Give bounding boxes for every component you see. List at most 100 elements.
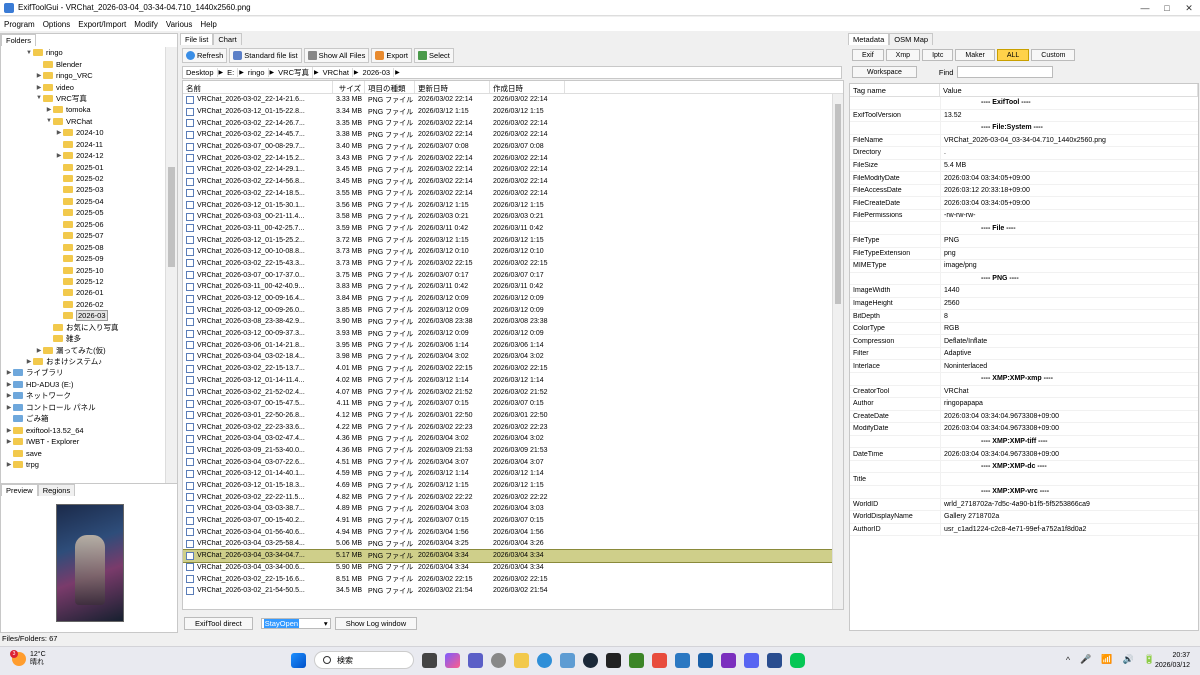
- folder-tree-item[interactable]: 2025-12: [1, 276, 165, 287]
- app-icon[interactable]: [698, 652, 713, 668]
- export-button[interactable]: Export: [371, 48, 413, 63]
- minimize-button[interactable]: —: [1134, 0, 1156, 16]
- table-row[interactable]: VRChat_2026-03-02_22-14-21.6... 3.33 MB PN…: [183, 94, 843, 106]
- clock[interactable]: 20:37 2026/03/12: [1155, 651, 1190, 671]
- table-row[interactable]: VRChat_2026-03-06_01-14-21.8... 3.95 MB PN…: [183, 339, 843, 351]
- metadata-group-header[interactable]: ---- PNG ----: [850, 272, 1198, 286]
- maximize-button[interactable]: □: [1156, 0, 1178, 16]
- task-view-icon[interactable]: [422, 652, 437, 668]
- col-tag-name[interactable]: Tag name: [850, 84, 940, 96]
- exiftoolgui-icon[interactable]: [767, 652, 782, 668]
- table-row[interactable]: VRChat_2026-03-12_01-14-11.4... 4.02 MB PN…: [183, 375, 843, 387]
- metadata-row[interactable]: CreateDate 2026:03:04 03:34:04.9673308+09…: [850, 410, 1198, 424]
- menu-export-import[interactable]: Export/Import: [74, 20, 130, 29]
- find-input[interactable]: [957, 66, 1054, 78]
- metadata-row[interactable]: Filter Adaptive: [850, 347, 1198, 361]
- folder-tree-item[interactable]: 2025-06: [1, 219, 165, 230]
- metadata-row[interactable]: FileTypeExtension png: [850, 247, 1198, 261]
- group-xmp-button[interactable]: Xmp: [885, 49, 921, 61]
- table-row[interactable]: VRChat_2026-03-11_00-42-25.7... 3.59 MB PN…: [183, 223, 843, 235]
- folder-tree-item[interactable]: ▼ VRC写真: [1, 93, 165, 104]
- teams-icon[interactable]: [468, 652, 483, 668]
- group-custom-button[interactable]: Custom: [1031, 49, 1076, 61]
- tab-preview[interactable]: Preview: [1, 484, 38, 496]
- table-row[interactable]: VRChat_2026-03-12_01-14-40.1... 4.59 MB PN…: [183, 468, 843, 480]
- table-row[interactable]: VRChat_2026-03-02_21-52-02.4... 4.07 MB PN…: [183, 386, 843, 398]
- table-row[interactable]: VRChat_2026-03-08_23-38-42.9... 3.90 MB PN…: [183, 316, 843, 328]
- app-icon[interactable]: [675, 652, 690, 668]
- metadata-row[interactable]: ImageHeight 2560: [850, 297, 1198, 311]
- table-row[interactable]: VRChat_2026-03-02_21-54-50.5... 34.5 MB PN…: [183, 585, 843, 597]
- table-row[interactable]: VRChat_2026-03-12_00-10-08.8... 3.73 MB PN…: [183, 246, 843, 258]
- chevron-right-icon[interactable]: ▶: [55, 129, 63, 136]
- metadata-row[interactable]: Compression Deflate/Inflate: [850, 335, 1198, 348]
- select-button[interactable]: Select: [414, 48, 454, 63]
- chevron-right-icon[interactable]: ▶: [5, 404, 13, 411]
- crumb-ringo[interactable]: ringo: [245, 68, 269, 77]
- table-row[interactable]: VRChat_2026-03-09_21-53-40.0... 4.36 MB PN…: [183, 445, 843, 457]
- folder-tree-item[interactable]: ▶ exiftool-13.52_64: [1, 424, 165, 435]
- file-list-scrollbar[interactable]: [832, 94, 843, 609]
- menu-options[interactable]: Options: [39, 20, 75, 29]
- table-row[interactable]: VRChat_2026-03-11_00-42-40.9... 3.83 MB PN…: [183, 281, 843, 293]
- folder-tree-item[interactable]: ▶ IWBT - Explorer: [1, 436, 165, 447]
- col-type[interactable]: 項目の種類: [365, 81, 415, 93]
- folder-tree-item[interactable]: 2025-05: [1, 207, 165, 218]
- metadata-group-header[interactable]: ---- XMP:XMP-vrc ----: [850, 485, 1198, 499]
- folder-tree-item[interactable]: 2025-08: [1, 241, 165, 252]
- microphone-icon[interactable]: 🎤: [1080, 654, 1091, 665]
- folder-tree-item[interactable]: 2025-07: [1, 230, 165, 241]
- folder-tree-item[interactable]: 2025-02: [1, 173, 165, 184]
- stayopen-select[interactable]: StayOpen ▾: [260, 617, 331, 629]
- metadata-group-header[interactable]: ---- ExifTool ----: [850, 97, 1198, 110]
- table-row[interactable]: VRChat_2026-03-02_22-23-33.6... 4.22 MB PN…: [183, 421, 843, 433]
- edge-icon[interactable]: [537, 652, 552, 668]
- app-icon[interactable]: [721, 652, 736, 668]
- wifi-icon[interactable]: 📶: [1101, 654, 1112, 665]
- folder-tree-item[interactable]: 2025-10: [1, 264, 165, 275]
- metadata-row[interactable]: FileAccessDate 2026:03:12 20:33:18+09:00: [850, 184, 1198, 198]
- crumb-vrchat[interactable]: VRChat: [320, 68, 353, 77]
- folder-tree-item[interactable]: 2024-11: [1, 139, 165, 150]
- table-row[interactable]: VRChat_2026-03-12_01-15-22.8... 3.34 MB PN…: [183, 106, 843, 118]
- table-row[interactable]: VRChat_2026-03-02_22-15-43.3... 3.73 MB PN…: [183, 258, 843, 270]
- group-maker-button[interactable]: Maker: [955, 49, 995, 61]
- table-row[interactable]: VRChat_2026-03-02_22-22-11.5... 4.82 MB PN…: [183, 491, 843, 503]
- folder-tree-item[interactable]: save: [1, 447, 165, 458]
- group-exif-button[interactable]: Exif: [852, 49, 884, 61]
- table-row[interactable]: VRChat_2026-03-07_00-15-40.2... 4.91 MB PN…: [183, 515, 843, 527]
- table-row[interactable]: VRChat_2026-03-02_22-14-26.7... 3.35 MB PN…: [183, 117, 843, 129]
- chevron-right-icon[interactable]: ▶: [5, 392, 13, 399]
- chevron-right-icon[interactable]: ▶: [5, 427, 13, 434]
- chevron-right-icon[interactable]: ▶: [35, 72, 43, 79]
- store-icon[interactable]: [560, 652, 575, 668]
- table-row[interactable]: VRChat_2026-03-02_22-14-56.8... 3.45 MB PN…: [183, 176, 843, 188]
- tab-regions[interactable]: Regions: [37, 484, 76, 496]
- table-row[interactable]: VRChat_2026-03-12_00-09-37.3... 3.93 MB PN…: [183, 328, 843, 340]
- line-icon[interactable]: [790, 652, 805, 668]
- table-row[interactable]: VRChat_2026-03-02_22-14-45.7... 3.38 MB PN…: [183, 129, 843, 141]
- metadata-row[interactable]: ImageWidth 1440: [850, 285, 1198, 298]
- volume-icon[interactable]: 🔊: [1123, 654, 1134, 665]
- exiftool-direct-button[interactable]: ExifTool direct: [184, 616, 253, 630]
- table-row[interactable]: VRChat_2026-03-04_01-56-40.6... 4.94 MB PN…: [183, 526, 843, 538]
- chevron-right-icon[interactable]: ▶: [25, 358, 33, 365]
- metadata-group-header[interactable]: ---- File:System ----: [850, 122, 1198, 135]
- table-row[interactable]: VRChat_2026-03-12_01-15-18.3... 4.69 MB PN…: [183, 480, 843, 492]
- table-row[interactable]: VRChat_2026-03-04_03-02-18.4... 3.98 MB PN…: [183, 351, 843, 363]
- table-row[interactable]: VRChat_2026-03-12_01-15-25.2... 3.72 MB PN…: [183, 234, 843, 246]
- table-row[interactable]: VRChat_2026-03-04_03-03-38.7... 4.89 MB PN…: [183, 503, 843, 515]
- metadata-row[interactable]: Title: [850, 473, 1198, 486]
- minecraft-icon[interactable]: [629, 652, 644, 668]
- tab-file-list[interactable]: File list: [180, 33, 214, 45]
- menu-various[interactable]: Various: [162, 20, 197, 29]
- table-row[interactable]: VRChat_2026-03-12_00-09-26.0... 3.85 MB PN…: [183, 304, 843, 316]
- chevron-right-icon[interactable]: ▶: [5, 461, 13, 468]
- battery-icon[interactable]: 🔋: [1144, 654, 1155, 665]
- metadata-row[interactable]: WorldID wrld_2718702a-7d5c-4a90-b1f5-5f52…: [850, 498, 1198, 512]
- app-icon[interactable]: [652, 652, 667, 668]
- metadata-row[interactable]: FileType PNG: [850, 235, 1198, 248]
- table-row[interactable]: VRChat_2026-03-07_00-15-47.5... 4.11 MB PN…: [183, 398, 843, 410]
- weather-widget[interactable]: 3 12°C 晴れ: [10, 650, 46, 667]
- tab-chart[interactable]: Chart: [213, 33, 242, 45]
